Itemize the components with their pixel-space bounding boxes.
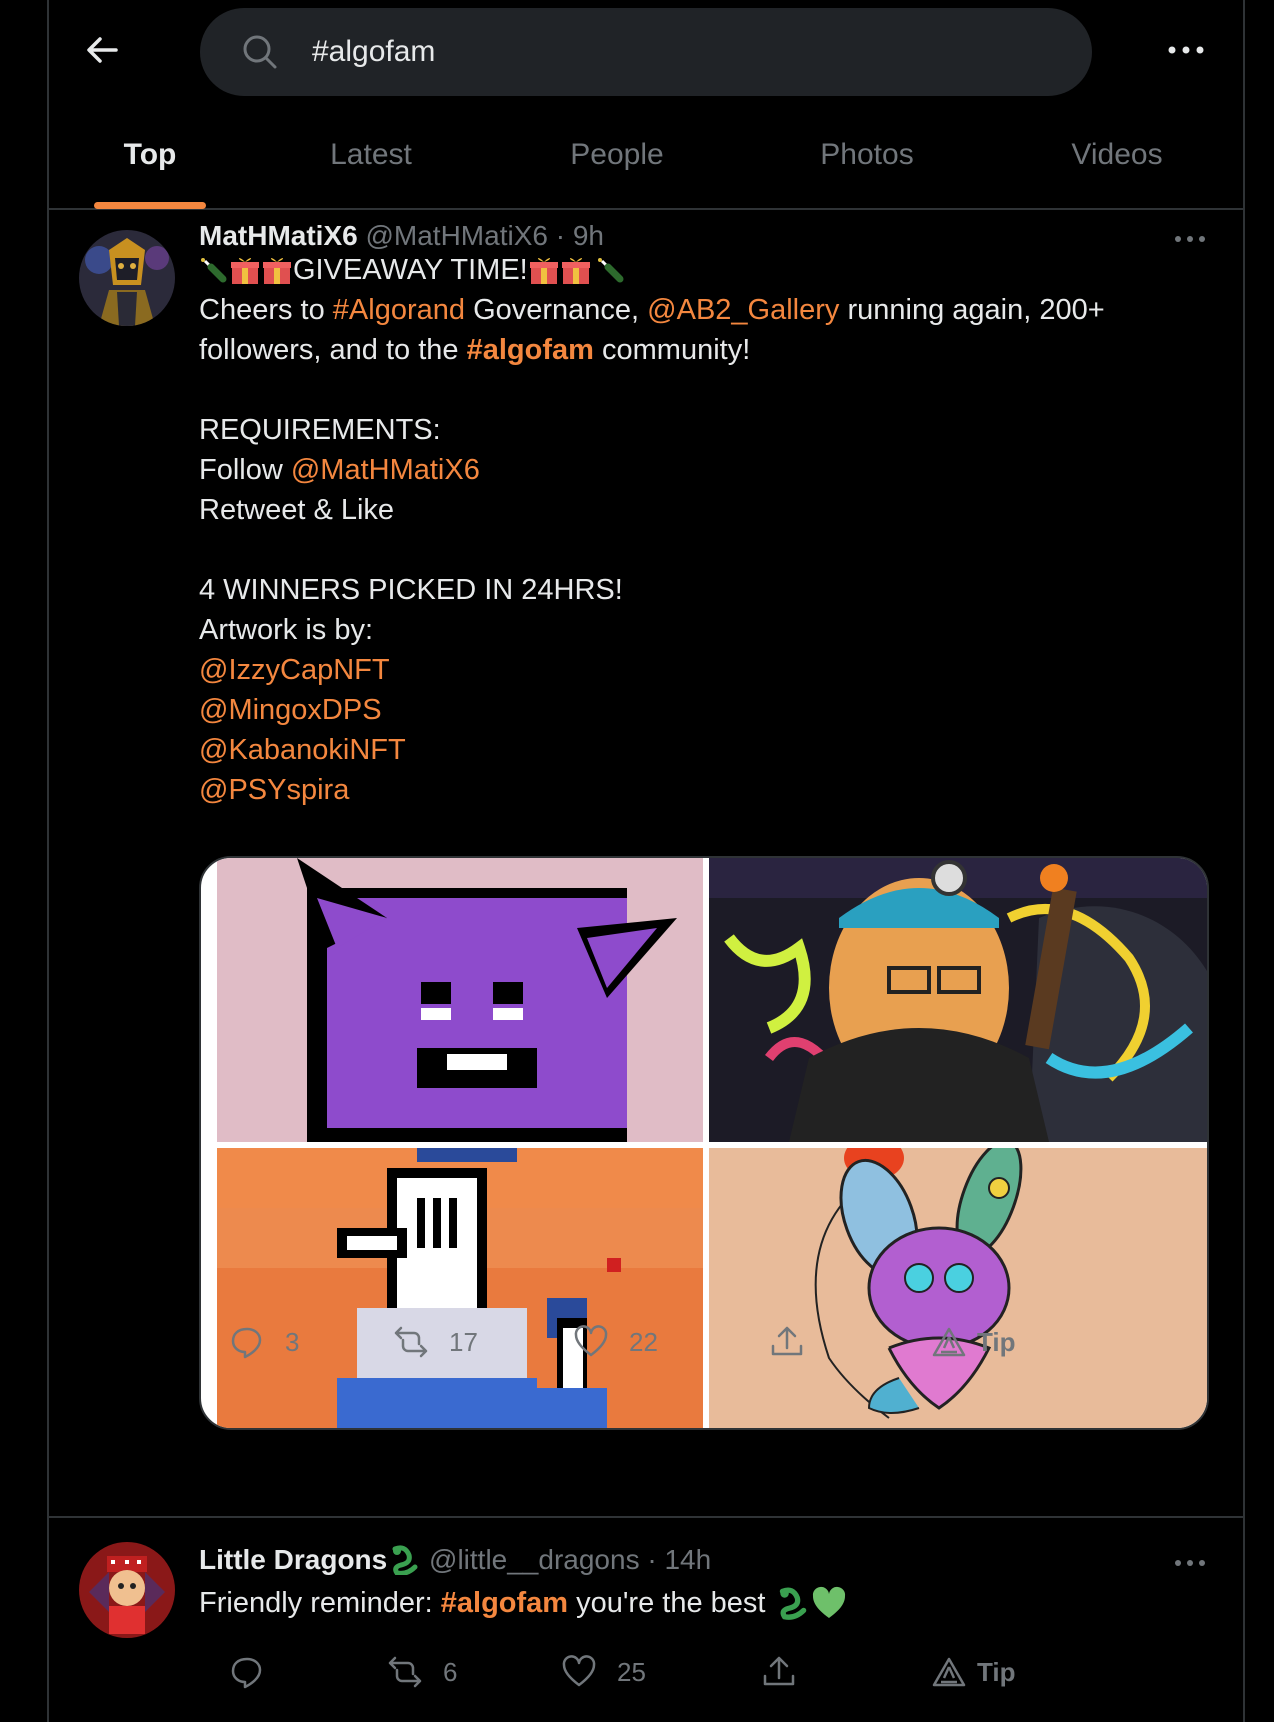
- heart-icon: [562, 1655, 596, 1687]
- retweet-icon: [388, 1656, 422, 1688]
- reply-icon: [231, 1657, 262, 1689]
- tweet[interactable]: Little Dragons @little__dragons · 14h Fr…: [49, 1518, 1243, 1722]
- champagne-icon: [597, 258, 624, 283]
- media-image-2[interactable]: [709, 858, 1207, 1142]
- mention-link[interactable]: @PSYspira: [199, 774, 349, 806]
- retweet-button[interactable]: 17: [393, 1320, 478, 1364]
- mention-link[interactable]: @MatHMatiX6: [291, 454, 480, 486]
- heart-icon: [574, 1325, 608, 1357]
- back-arrow-icon[interactable]: [82, 30, 122, 70]
- share-icon: [763, 1656, 795, 1686]
- retweet-count: 6: [443, 1656, 458, 1687]
- tweet-actions: 6 25 Tip: [199, 1650, 1199, 1694]
- more-options-icon[interactable]: [1164, 36, 1208, 64]
- mention-link[interactable]: @KabanokiNFT: [199, 734, 406, 766]
- search-input[interactable]: [312, 32, 1012, 72]
- mention-link[interactable]: @IzzyCapNFT: [199, 654, 390, 686]
- avatar[interactable]: [79, 230, 175, 326]
- display-name[interactable]: MatHMatiX6: [199, 220, 358, 251]
- reply-button[interactable]: [229, 1650, 285, 1694]
- display-name[interactable]: Little Dragons: [199, 1544, 387, 1575]
- like-button[interactable]: 22: [573, 1320, 658, 1364]
- tip-label: Tip: [977, 1326, 1016, 1357]
- tab-latest[interactable]: Latest: [281, 138, 461, 172]
- tab-people[interactable]: People: [527, 138, 707, 172]
- retweet-button[interactable]: 6: [387, 1650, 457, 1694]
- search-box[interactable]: [200, 8, 1092, 96]
- like-button[interactable]: 25: [561, 1650, 646, 1694]
- like-count: 22: [629, 1326, 658, 1357]
- user-handle[interactable]: @MatHMatiX6: [365, 220, 547, 251]
- tweet-body: Friendly reminder: #algofam you're the b…: [199, 1580, 848, 1626]
- tab-photos[interactable]: Photos: [777, 138, 957, 172]
- hashtag-link[interactable]: #algofam: [467, 334, 594, 366]
- separator-dot: ·: [555, 220, 566, 251]
- tab-videos[interactable]: Videos: [1027, 138, 1207, 172]
- champagne-icon: [201, 258, 227, 283]
- tip-button[interactable]: Tip: [931, 1320, 1016, 1364]
- avatar[interactable]: [79, 1542, 175, 1638]
- tip-icon: [932, 1327, 966, 1357]
- media-image-4[interactable]: [709, 1148, 1207, 1428]
- mention-link[interactable]: @AB2_Gallery: [647, 294, 839, 326]
- gift-icon: [529, 258, 558, 284]
- retweet-icon: [394, 1326, 428, 1358]
- active-tab-indicator: [94, 202, 206, 209]
- tweet-actions: 3 17 22 Tip: [199, 1320, 1199, 1364]
- share-icon: [771, 1326, 803, 1356]
- separator-dot: ·: [647, 1544, 657, 1575]
- tweet-more-icon[interactable]: [1173, 1552, 1207, 1574]
- mention-link[interactable]: @MingoxDPS: [199, 694, 382, 726]
- tweet-more-icon[interactable]: [1173, 228, 1207, 250]
- like-count: 25: [617, 1656, 646, 1687]
- retweet-count: 17: [449, 1326, 478, 1357]
- gift-icon: [561, 258, 590, 284]
- tip-button[interactable]: Tip: [931, 1650, 1016, 1694]
- tweet-time[interactable]: 9h: [573, 220, 604, 251]
- reply-count: 3: [285, 1326, 300, 1357]
- media-image-3[interactable]: [217, 1148, 703, 1428]
- gift-icon: [231, 258, 259, 284]
- reply-icon: [231, 1327, 262, 1359]
- reply-button[interactable]: 3: [229, 1320, 299, 1364]
- share-button[interactable]: [761, 1650, 797, 1694]
- hashtag-link[interactable]: #Algorand: [333, 294, 465, 326]
- search-tabs: Top Latest People Photos Videos: [49, 110, 1243, 210]
- tweet-time[interactable]: 14h: [664, 1544, 711, 1575]
- giveaway-title: GIVEAWAY TIME!: [293, 254, 528, 286]
- hashtag-link[interactable]: #algofam: [441, 1583, 568, 1623]
- search-icon: [240, 32, 280, 72]
- tweet-body: Cheers to #Algorand Governance, @AB2_Gal…: [199, 294, 1105, 806]
- green-heart-icon: [812, 1586, 845, 1618]
- tweet[interactable]: MatHMatiX6 @MatHMatiX6 · 9h GIVEAWAY TIM…: [49, 212, 1243, 1512]
- media-image-1[interactable]: [217, 858, 703, 1142]
- user-handle[interactable]: @little__dragons: [429, 1544, 640, 1575]
- tip-label: Tip: [977, 1656, 1016, 1687]
- tab-top[interactable]: Top: [94, 138, 206, 172]
- dragon-icon: [779, 1587, 806, 1620]
- dragon-icon: [392, 1545, 418, 1576]
- share-button[interactable]: [769, 1320, 805, 1364]
- gift-icon: [263, 258, 291, 284]
- tip-icon: [932, 1657, 966, 1687]
